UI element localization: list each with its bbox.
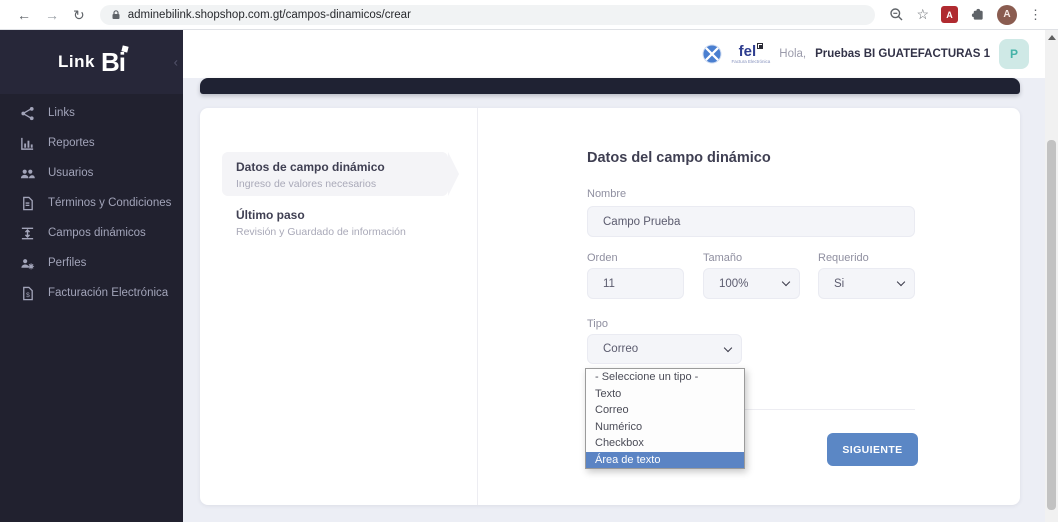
nombre-label: Nombre [587, 188, 626, 200]
back-icon[interactable]: ← [17, 8, 31, 22]
tipo-label: Tipo [587, 318, 608, 330]
step-title: Datos de campo dinámico [236, 160, 448, 174]
browser-toolbar: ← → ↻ adminebilink.shopshop.com.gt/campo… [0, 0, 1058, 30]
tipo-value: Correo [603, 343, 638, 355]
sidebar-item-facturacion[interactable]: $ Facturación Electrónica [0, 278, 183, 308]
forward-icon[interactable]: → [45, 8, 59, 22]
dropdown-option[interactable]: Checkbox [586, 435, 744, 452]
nombre-value: Campo Prueba [603, 216, 680, 228]
sidebar-menu: Links Reportes Usuarios Términos y Condi… [0, 94, 183, 308]
browser-profile-avatar[interactable]: A [997, 5, 1017, 25]
orden-label: Orden [587, 252, 618, 264]
profiles-icon [20, 256, 35, 271]
orden-input[interactable]: 11 [587, 268, 684, 299]
nombre-input[interactable]: Campo Prueba [587, 206, 915, 237]
orden-value: 11 [603, 278, 615, 290]
fel-logo-text: fel [739, 44, 764, 59]
sidebar-item-label: Facturación Electrónica [48, 287, 168, 299]
logo-accent: Bi [101, 49, 125, 75]
sidebar: Link Bi ‹ Links Reportes Usuarios Términ… [0, 30, 183, 522]
avatar-initial: P [1010, 47, 1018, 61]
chevron-down-icon [724, 343, 732, 351]
username-text: Pruebas BI GUATEFACTURAS 1 [815, 48, 990, 60]
wizard-step-2[interactable]: Último paso Revisión y Guardado de infor… [236, 208, 406, 238]
app-logo: Link Bi ‹ [0, 30, 183, 94]
partner-globe-icon [702, 44, 722, 64]
dropdown-option-highlighted[interactable]: Área de texto [586, 452, 744, 469]
chart-icon [20, 136, 35, 151]
requerido-select[interactable]: Si [818, 268, 915, 299]
reload-icon[interactable]: ↻ [73, 8, 85, 22]
sidebar-item-links[interactable]: Links [0, 98, 183, 128]
sidebar-item-perfiles[interactable]: Perfiles [0, 248, 183, 278]
address-bar[interactable]: adminebilink.shopshop.com.gt/campos-dina… [100, 5, 876, 25]
tamano-value: 100% [719, 278, 748, 290]
zoom-icon[interactable] [889, 7, 904, 22]
collapse-sidebar-icon[interactable]: ‹ [174, 55, 178, 70]
lock-icon [110, 9, 122, 21]
wizard-steps-panel: Datos de campo dinámico Ingreso de valor… [200, 108, 478, 505]
fel-logo: fel Factura Electrónica [731, 44, 770, 65]
dropdown-option[interactable]: Numérico [586, 419, 744, 436]
form-title: Datos del campo dinámico [587, 150, 771, 166]
dropdown-option[interactable]: Correo [586, 402, 744, 419]
sidebar-item-label: Términos y Condiciones [48, 197, 171, 209]
chevron-down-icon [782, 278, 790, 286]
dropdown-option[interactable]: - Seleccione un tipo - [586, 369, 744, 386]
sidebar-item-label: Usuarios [48, 167, 93, 179]
dropdown-option[interactable]: Texto [586, 386, 744, 403]
browser-menu-icon[interactable]: ⋮ [1029, 7, 1042, 23]
content-card: Datos de campo dinámico Ingreso de valor… [200, 108, 1020, 505]
step-subtitle: Ingreso de valores necesarios [236, 178, 448, 190]
scrollbar-thumb[interactable] [1047, 140, 1056, 510]
bookmark-star-icon[interactable]: ☆ [916, 6, 929, 23]
form-panel: Datos del campo dinámico Nombre Campo Pr… [587, 108, 915, 505]
url-text: adminebilink.shopshop.com.gt/campos-dina… [128, 9, 411, 21]
sidebar-item-usuarios[interactable]: Usuarios [0, 158, 183, 188]
page-topbar [200, 78, 1020, 94]
chevron-down-icon [897, 278, 905, 286]
share-icon [20, 106, 35, 121]
scrollbar[interactable] [1045, 30, 1058, 522]
sidebar-item-label: Reportes [48, 137, 95, 149]
svg-text:$: $ [26, 291, 30, 298]
scrollbar-up-icon[interactable] [1048, 35, 1056, 40]
tipo-select[interactable]: Correo [587, 334, 742, 364]
requerido-value: Si [834, 278, 844, 290]
users-icon [20, 166, 35, 181]
tamano-label: Tamaño [703, 252, 742, 264]
user-avatar[interactable]: P [999, 39, 1029, 69]
greeting-text: Hola, [779, 48, 806, 60]
sidebar-item-label: Perfiles [48, 257, 86, 269]
invoice-icon: $ [20, 286, 35, 301]
sidebar-item-campos-dinamicos[interactable]: Campos dinámicos [0, 218, 183, 248]
siguiente-button[interactable]: SIGUIENTE [827, 433, 918, 466]
sidebar-item-label: Links [48, 107, 75, 119]
document-icon [20, 196, 35, 211]
fel-caption: Factura Electrónica [731, 60, 770, 65]
wizard-step-1[interactable]: Datos de campo dinámico Ingreso de valor… [222, 152, 448, 196]
tamano-select[interactable]: 100% [703, 268, 800, 299]
main-header: fel Factura Electrónica Hola, Pruebas BI… [183, 30, 1045, 78]
requerido-label: Requerido [818, 252, 869, 264]
step-subtitle: Revisión y Guardado de información [236, 226, 406, 238]
sidebar-item-label: Campos dinámicos [48, 227, 146, 239]
logo-text: Link [58, 52, 95, 72]
dynamic-fields-icon [20, 226, 35, 241]
sidebar-item-reportes[interactable]: Reportes [0, 128, 183, 158]
extensions-puzzle-icon[interactable] [970, 7, 985, 22]
step-title: Último paso [236, 208, 406, 222]
sidebar-item-terminos[interactable]: Términos y Condiciones [0, 188, 183, 218]
tipo-dropdown: - Seleccione un tipo - Texto Correo Numé… [585, 368, 745, 469]
pdf-extension-icon[interactable]: A [941, 6, 958, 23]
